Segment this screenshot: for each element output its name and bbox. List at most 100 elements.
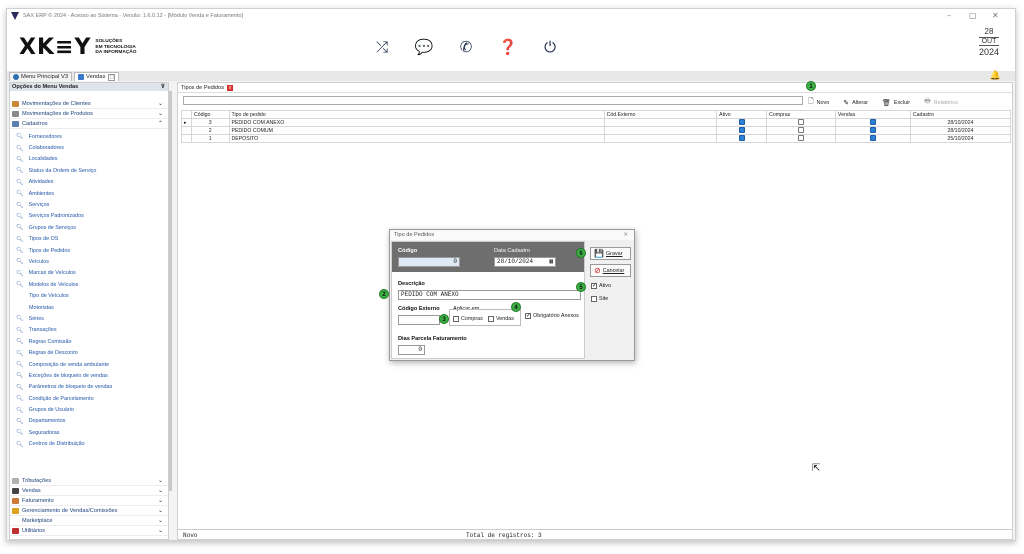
vendas-checkbox[interactable] <box>869 127 876 134</box>
compras-checkbox[interactable]: Compras <box>453 316 483 322</box>
sidebar-scrollbar[interactable] <box>169 91 172 491</box>
chevron-down-icon[interactable]: ⌄ <box>158 100 163 107</box>
close-button[interactable]: ✕ <box>992 11 999 20</box>
column-header-cod-externo[interactable]: Cód.Externo <box>603 110 718 119</box>
whatsapp-icon[interactable]: ✆ <box>455 37 477 57</box>
sidebar-item-grupos-de-servicos[interactable]: 🔍︎ Grupos de Serviços <box>10 222 168 233</box>
column-header-ativo[interactable]: Ativo <box>716 110 768 119</box>
sidebar-item-centros-de-distribuicao[interactable]: 🔍︎ Centros de Distribuição <box>10 439 168 450</box>
sidebar-item-regras-de-desconto[interactable]: 🔍︎ Regras de Desconto <box>10 347 168 358</box>
column-header-vendas[interactable]: Vendas <box>834 110 911 119</box>
chevron-down-icon[interactable]: ⌄ <box>158 497 163 504</box>
sidebar-item-marcas-de-veiculos[interactable]: 🔍︎ Marcas de Veículos <box>10 268 168 279</box>
close-tab-icon[interactable]: x <box>227 84 234 91</box>
ativo-checkbox[interactable] <box>738 119 745 126</box>
sidebar-group-movimentacoes-de-produtos[interactable]: Movimentações de Produtos ⌄ <box>10 109 168 119</box>
sidebar-item-servicos-padronizados[interactable]: 🔍︎ Serviços Padronizados <box>10 211 168 222</box>
dias-parcela-field[interactable]: 0 <box>398 345 425 355</box>
chat-icon[interactable]: 💬 <box>413 37 435 57</box>
sidebar-item-seguradoras[interactable]: 🔍︎ Seguradoras <box>10 427 168 438</box>
sidebar-item-transacoes[interactable]: 🔍︎ Transações <box>10 325 168 336</box>
chevron-up-icon[interactable]: ⌃ <box>158 120 163 127</box>
chevron-down-icon[interactable]: ⌄ <box>158 517 163 524</box>
sidebar-group-tributacoes[interactable]: Tributações ⌄ <box>10 476 168 486</box>
excluir-button[interactable]: 🗑 Excluir <box>882 97 910 108</box>
ativo-checkbox[interactable] <box>738 135 745 142</box>
sidebar-item-tipo-de-veiculos[interactable]: Tipo de Veículos <box>10 290 168 301</box>
close-tab-icon[interactable]: ▢ <box>108 73 116 81</box>
tab-menu-principal[interactable]: Menu Principal V3 <box>9 72 73 81</box>
sidebar-group-cadastros[interactable]: Cadastros ⌃ <box>10 119 168 129</box>
column-header-tipo-de-pedido[interactable]: Tipo de pedido <box>228 110 605 119</box>
sidebar-item-tipos-de-os[interactable]: 🔍︎ Tipos de OS <box>10 234 168 245</box>
vendas-checkbox[interactable]: Vendas <box>488 316 514 322</box>
table-row[interactable]: ▸ 3 PEDIDO COM ANEXO 28/10/2024 <box>181 118 1012 127</box>
sidebar-item-veiculos[interactable]: 🔍︎ Veículos <box>10 256 168 267</box>
gravar-button[interactable]: 💾 Gravar <box>590 247 631 260</box>
vendas-checkbox[interactable] <box>869 119 876 126</box>
sidebar-item-excecoes-de-bloqueio-de-vendas[interactable]: 🔍︎ Exceções de bloqueio de vendas <box>10 370 168 381</box>
sidebar-group-utilitarios[interactable]: Utilitários ⌄ <box>10 526 168 536</box>
sidebar-item-condicao-de-parcelamento[interactable]: 🔍︎ Condição de Parcelamento <box>10 393 168 404</box>
novo-button[interactable]: 🗋 Novo <box>808 97 829 108</box>
sidebar-group-faturamento[interactable]: Faturamento ⌄ <box>10 496 168 506</box>
shuffle-icon[interactable]: ⤮ <box>371 37 393 57</box>
table-row[interactable]: 2 PEDIDO COMUM 28/10/2024 <box>181 126 1012 135</box>
sidebar-item-grupos-de-usuario[interactable]: 🔍︎ Grupos de Usuário <box>10 404 168 415</box>
minimize-button[interactable]: – <box>947 11 951 20</box>
compras-checkbox[interactable] <box>798 127 805 134</box>
sidebar-item-ambientes[interactable]: 🔍︎ Ambientes <box>10 188 168 199</box>
column-header-compras[interactable]: Compras <box>766 110 836 119</box>
calendar-icon[interactable]: ▦ <box>549 258 553 266</box>
sidebar-group-vendas[interactable]: Vendas ⌄ <box>10 486 168 496</box>
cancelar-button[interactable]: ⊘ Cancelar <box>590 264 631 277</box>
sidebar-group-marketplace[interactable]: Marketplace ⌄ <box>10 516 168 526</box>
sidebar-item-tipos-de-pedidos[interactable]: 🔍︎ Tipos de Pedidos <box>10 245 168 256</box>
sidebar-item-modelos-de-veiculos[interactable]: 🔍︎ Modelos de Veículos <box>10 279 168 290</box>
sidebar-item-series[interactable]: 🔍︎ Séries <box>10 313 168 324</box>
column-header-codigo[interactable]: Código <box>191 110 230 119</box>
sidebar-item-atividades[interactable]: 🔍︎ Atividades <box>10 177 168 188</box>
chevron-down-icon[interactable]: ⌄ <box>158 507 163 514</box>
sidebar-item-departamentos[interactable]: 🔍︎ Departamentos <box>10 416 168 427</box>
sidebar-item-servicos[interactable]: 🔍︎ Serviços <box>10 199 168 210</box>
sidebar-item-status-da-ordem-de-servico[interactable]: 🔍︎ Status da Ordem de Serviço <box>10 165 168 176</box>
notification-bell-icon[interactable]: 🔔 <box>990 71 1001 81</box>
compras-checkbox[interactable] <box>798 119 805 126</box>
ativo-checkbox[interactable]: ✓ Ativo <box>591 283 611 289</box>
codigo-field[interactable]: 0 <box>398 257 460 267</box>
sidebar-item-regras-comissao[interactable]: 🔍︎ Regras Comissão <box>10 336 168 347</box>
search-bar[interactable] <box>183 96 803 105</box>
data-cadastro-field[interactable]: 28/10/2024 ▦ <box>494 257 556 267</box>
sidebar-item-motoristas[interactable]: Motoristas <box>10 302 168 313</box>
site-checkbox[interactable]: Site <box>591 296 608 302</box>
close-icon[interactable]: ✕ <box>623 230 628 240</box>
maximize-button[interactable]: ▢ <box>969 11 977 20</box>
vendas-checkbox[interactable] <box>869 135 876 142</box>
column-header-cadastro[interactable]: Cadastro <box>909 110 1012 119</box>
sidebar-item-colaboradores[interactable]: 🔍︎ Colaboradores <box>10 142 168 153</box>
compras-checkbox[interactable] <box>798 135 805 142</box>
ativo-checkbox[interactable] <box>738 127 745 134</box>
sidebar-group-gerenciamento-de-vendas-comissoes[interactable]: Gerenciamento de Vendas/Comissões ⌄ <box>10 506 168 516</box>
chevron-down-icon[interactable]: ⌄ <box>158 487 163 494</box>
sidebar-group-movimentacoes-de-clientes[interactable]: Movimentações de Clientes ⌄ <box>10 99 168 109</box>
chevron-down-icon[interactable]: ⌄ <box>158 110 163 117</box>
chevron-down-icon[interactable]: ⌄ <box>158 527 163 534</box>
help-icon[interactable]: ❓ <box>497 37 519 57</box>
obrigatorio-anexos-checkbox[interactable]: ✓ Obrigatório Anexos <box>525 313 579 319</box>
relatorios-button[interactable]: 🖶 Relatórios <box>924 97 958 108</box>
pin-icon[interactable]: ⊽ <box>161 83 165 91</box>
descricao-field[interactable]: PEDIDO COM ANEXO <box>398 290 581 300</box>
table-row[interactable]: 1 DEPOSITO 25/10/2024 <box>181 134 1012 143</box>
power-icon[interactable]: ⏻ <box>539 37 561 57</box>
tab-vendas[interactable]: Vendas ▢ <box>74 72 120 81</box>
content-tab[interactable]: Tipos de Pedidos x <box>178 83 1012 93</box>
sidebar-item-composicao-de-venda-ambulante[interactable]: 🔍︎ Composição de venda ambulante <box>10 359 168 370</box>
chevron-down-icon[interactable]: ⌄ <box>158 477 163 484</box>
sidebar-item-parametros-de-bloqueio-de-vendas[interactable]: 🔍︎ Parâmetros de bloqueio de vendas <box>10 382 168 393</box>
sidebar-item-localidades[interactable]: 🔍︎ Localidades <box>10 154 168 165</box>
alterar-button[interactable]: ✎ Alterar <box>843 97 868 108</box>
sidebar-item-fornecedores[interactable]: 🔍︎ Fornecedores <box>10 131 168 142</box>
codigo-externo-field[interactable] <box>398 315 440 325</box>
